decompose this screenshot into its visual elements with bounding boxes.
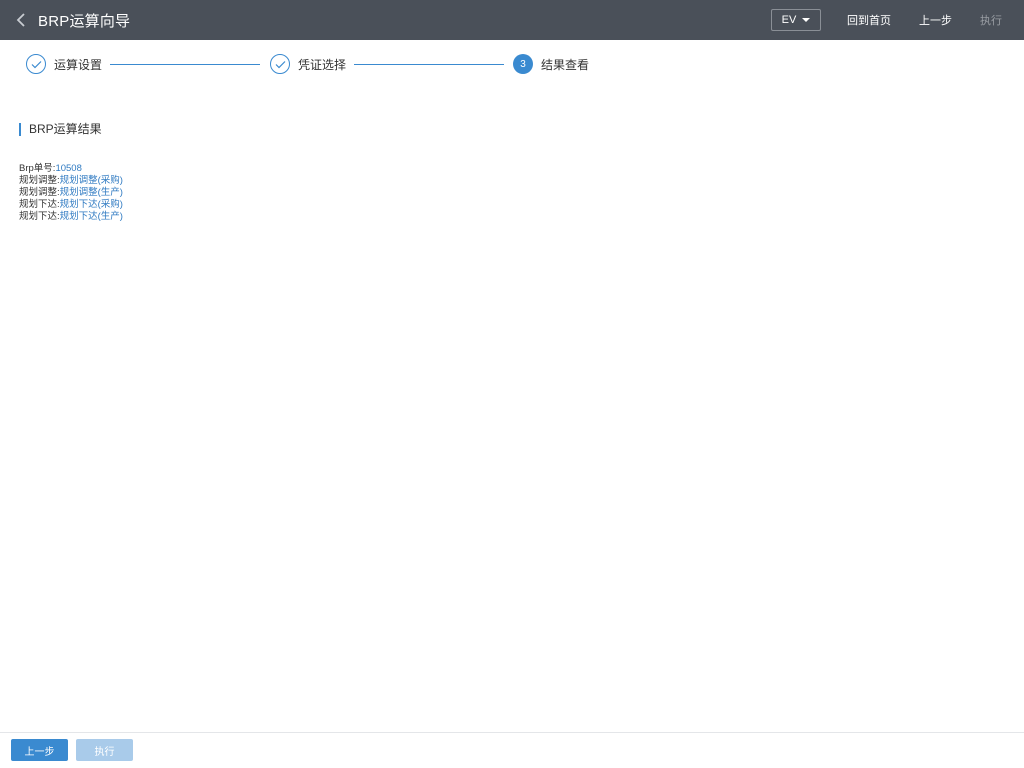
release-production-link[interactable]: 规划下达(生产): [60, 211, 123, 222]
result-row-adjust-purchase: 规划调整:规划调整(采购): [19, 175, 123, 187]
org-select[interactable]: EV: [771, 9, 821, 31]
adjust-purchase-link[interactable]: 规划调整(采购): [60, 175, 123, 186]
result-label: Brp单号:: [19, 163, 56, 174]
step-2: 凭证选择: [270, 54, 346, 74]
step-3: 3 结果查看: [513, 54, 589, 74]
result-label: 规划下达:: [19, 211, 60, 222]
check-icon: [31, 60, 41, 68]
result-label: 规划调整:: [19, 175, 60, 186]
result-label: 规划下达:: [19, 199, 60, 210]
caret-down-icon: [802, 18, 811, 22]
result-label: 规划调整:: [19, 187, 60, 198]
step-3-circle: 3: [513, 54, 533, 74]
step-2-label: 凭证选择: [298, 57, 347, 72]
prev-step-button[interactable]: 上一步: [11, 739, 68, 761]
wizard-steps: 运算设置 凭证选择 3 结果查看: [26, 54, 626, 76]
adjust-production-link[interactable]: 规划调整(生产): [60, 187, 123, 198]
result-row-adjust-production: 规划调整:规划调整(生产): [19, 187, 123, 199]
chevron-left-icon: [16, 13, 25, 27]
release-purchase-link[interactable]: 规划下达(采购): [60, 199, 123, 210]
step-connector-1: [110, 64, 260, 65]
result-row-release-production: 规划下达:规划下达(生产): [19, 211, 123, 223]
page-title: BRP运算向导: [38, 12, 131, 30]
section-title: BRP运算结果: [19, 123, 102, 136]
header-actions: EV 回到首页 上一步 执行: [771, 0, 1024, 40]
result-row-brp-number: Brp单号:10508: [19, 163, 123, 175]
execute-button[interactable]: 执行: [76, 739, 133, 761]
header-exec-button[interactable]: 执行: [970, 12, 1012, 28]
step-2-circle: [270, 54, 290, 74]
header-prev-button[interactable]: 上一步: [909, 12, 962, 28]
result-row-release-purchase: 规划下达:规划下达(采购): [19, 199, 123, 211]
check-icon: [275, 60, 285, 68]
step-connector-2: [354, 64, 504, 65]
result-list: Brp单号:10508 规划调整:规划调整(采购) 规划调整:规划调整(生产) …: [19, 163, 123, 223]
org-select-value: EV: [781, 14, 797, 26]
step-3-label: 结果查看: [541, 57, 590, 72]
brp-number-link[interactable]: 10508: [55, 163, 81, 174]
top-bar: BRP运算向导 EV 回到首页 上一步 执行: [0, 0, 1024, 40]
back-button[interactable]: [4, 0, 38, 40]
step-1-circle: [26, 54, 46, 74]
home-button[interactable]: 回到首页: [837, 12, 901, 28]
step-1-label: 运算设置: [54, 57, 103, 72]
footer-bar: 上一步 执行: [0, 732, 1024, 768]
step-1: 运算设置: [26, 54, 102, 74]
